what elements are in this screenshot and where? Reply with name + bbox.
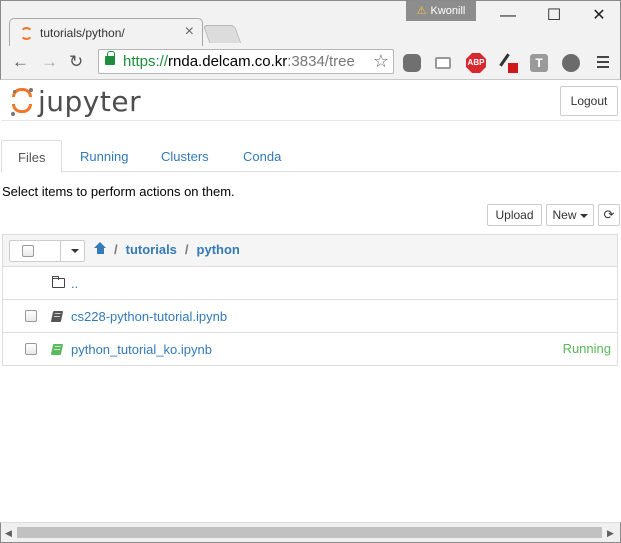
extension-ghost-icon[interactable]	[562, 54, 580, 72]
horizontal-scrollbar[interactable]: ◀ ▶	[0, 522, 621, 543]
select-all-checkbox[interactable]	[22, 245, 34, 257]
browser-toolbar: ← → ↻ https://rnda.delcam.co.kr:3834/tre…	[0, 44, 621, 80]
minimize-button[interactable]: —	[485, 1, 531, 31]
selection-hint: Select items to perform actions on them.	[2, 184, 235, 199]
select-all-control[interactable]	[9, 240, 85, 262]
item-checkbox[interactable]	[25, 310, 37, 322]
tab-clusters[interactable]: Clusters	[145, 140, 225, 172]
lock-icon	[105, 51, 115, 65]
maximize-button[interactable]: ☐	[531, 1, 577, 31]
tab-close-icon[interactable]: ×	[185, 23, 194, 41]
file-name[interactable]: cs228-python-tutorial.ipynb	[71, 309, 227, 324]
reload-icon[interactable]: ↻	[69, 52, 83, 72]
new-tab-button[interactable]	[202, 25, 242, 43]
jupyter-logo[interactable]: jupyter	[11, 85, 151, 118]
file-list-header: / tutorials / python	[3, 235, 617, 267]
new-dropdown-button[interactable]: New	[546, 204, 594, 226]
upload-button[interactable]: Upload	[487, 204, 542, 226]
close-window-button[interactable]: ✕	[576, 1, 621, 31]
scroll-left-icon[interactable]: ◀	[5, 528, 12, 539]
extension-t-icon[interactable]: T	[530, 54, 548, 72]
profile-badge[interactable]: ⚠ Kwonill	[406, 1, 476, 21]
url-scheme: https://	[123, 53, 169, 70]
adblock-plus-icon[interactable]: ABP	[466, 53, 486, 73]
refresh-icon: ⟳	[603, 207, 615, 222]
dashboard-tabs: Files Running Clusters Conda	[1, 140, 620, 173]
bookmark-star-icon[interactable]: ☆	[370, 51, 389, 72]
breadcrumb-python[interactable]: python	[197, 242, 240, 257]
tab-files[interactable]: Files	[1, 140, 63, 173]
scrollbar-thumb[interactable]	[17, 527, 602, 538]
jupyter-header: jupyter Logout	[1, 81, 620, 121]
select-menu-caret-icon[interactable]	[71, 249, 79, 253]
running-notebook-icon	[50, 344, 64, 355]
url-path: :3834/tree	[287, 53, 355, 70]
browser-menu-icon[interactable]	[597, 56, 609, 71]
file-name[interactable]: python_tutorial_ko.ipynb	[71, 342, 212, 357]
color-picker-icon[interactable]	[499, 53, 518, 73]
breadcrumb-tutorials[interactable]: tutorials	[126, 242, 177, 257]
list-item-parent-folder[interactable]: ..	[3, 267, 617, 300]
tab-running[interactable]: Running	[64, 140, 144, 172]
breadcrumb-separator: /	[184, 242, 189, 257]
browser-tab[interactable]: tutorials/python/ ×	[9, 18, 203, 46]
browser-title-bar: tutorials/python/ × ⚠ Kwonill — ☐ ✕	[0, 0, 621, 46]
browser-tab-title: tutorials/python/	[40, 26, 125, 40]
notebook-icon	[50, 311, 64, 322]
folder-icon	[52, 276, 65, 288]
tab-conda[interactable]: Conda	[227, 140, 297, 172]
profile-name: Kwonill	[430, 5, 466, 17]
forward-arrow-icon[interactable]: →	[41, 52, 58, 72]
extension-shield-icon[interactable]	[403, 54, 421, 72]
address-bar[interactable]: https://rnda.delcam.co.kr:3834/tree ☆	[98, 49, 394, 74]
back-arrow-icon[interactable]: ←	[12, 52, 29, 72]
jupyter-favicon-icon	[20, 27, 33, 40]
caret-down-icon	[579, 213, 588, 218]
jupyter-page: jupyter Logout Files Running Clusters Co…	[1, 81, 620, 521]
item-checkbox[interactable]	[25, 343, 37, 355]
file-name[interactable]: ..	[71, 276, 78, 291]
jupyter-logo-icon	[11, 88, 35, 116]
refresh-button[interactable]: ⟳	[598, 204, 620, 226]
extension-cast-icon[interactable]	[435, 57, 451, 69]
warning-icon: ⚠	[416, 5, 427, 17]
jupyter-logo-text: jupyter	[38, 85, 142, 118]
breadcrumb-separator: /	[114, 242, 118, 257]
url-host: rnda.delcam.co.kr	[168, 53, 288, 70]
breadcrumb: / tutorials / python	[94, 242, 240, 257]
running-status-label: Running	[562, 341, 611, 356]
logout-button[interactable]: Logout	[560, 86, 618, 116]
new-button-label: New	[552, 208, 577, 222]
list-item-notebook[interactable]: python_tutorial_ko.ipynb Running	[3, 333, 617, 366]
scroll-right-icon[interactable]: ▶	[607, 528, 614, 539]
home-icon[interactable]	[94, 242, 106, 255]
address-url: https://rnda.delcam.co.kr:3834/tree	[123, 53, 355, 70]
file-list: / tutorials / python .. cs228-python-tutori…	[2, 234, 618, 366]
list-item-notebook[interactable]: cs228-python-tutorial.ipynb	[3, 300, 617, 333]
